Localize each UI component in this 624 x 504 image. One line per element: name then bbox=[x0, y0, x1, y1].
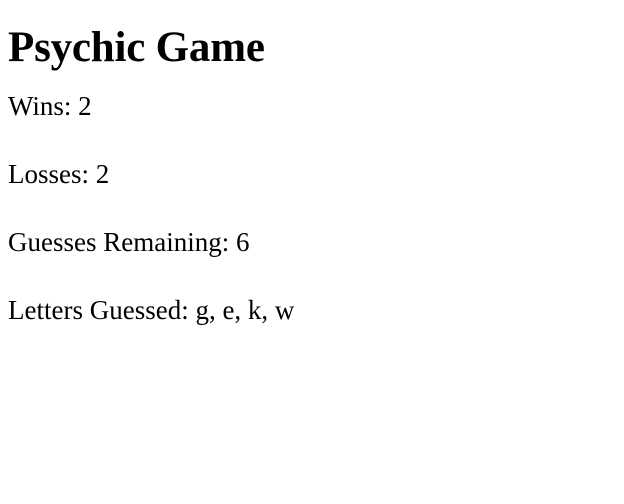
letters-guessed-label: Letters Guessed: bbox=[8, 295, 196, 325]
guesses-remaining-row: Guesses Remaining: 6 bbox=[8, 226, 616, 258]
letters-guessed-row: Letters Guessed: g, e, k, w bbox=[8, 294, 616, 326]
wins-label: Wins: bbox=[8, 91, 79, 121]
page-title: Psychic Game bbox=[8, 24, 265, 71]
losses-value: 2 bbox=[95, 159, 110, 189]
page: Psychic Game Wins: 2 Losses: 2 Guesses R… bbox=[0, 0, 624, 504]
losses-row: Losses: 2 bbox=[8, 158, 616, 190]
guesses-remaining-value: 6 bbox=[235, 227, 250, 257]
letters-guessed-value: g, e, k, w bbox=[195, 295, 295, 325]
guesses-remaining-label: Guesses Remaining: bbox=[8, 227, 236, 257]
wins-row: Wins: 2 bbox=[8, 90, 616, 122]
wins-value: 2 bbox=[78, 91, 92, 121]
losses-label: Losses: bbox=[8, 159, 96, 189]
